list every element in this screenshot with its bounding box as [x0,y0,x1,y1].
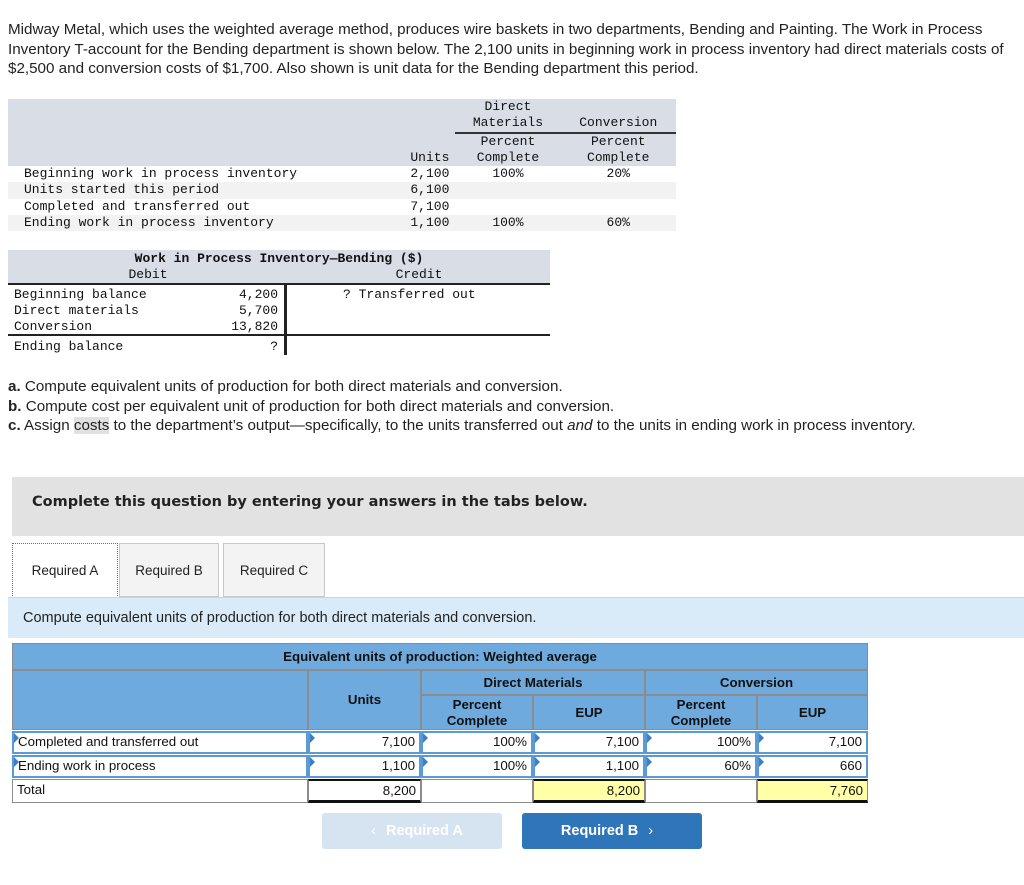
tab-required-b[interactable]: Required B [119,543,219,597]
requirement-c: c. Assign costs to the department’s outp… [8,417,916,434]
unit-data-table: Direct Materials Conversion Percent Perc… [8,99,676,232]
total-units: 8,200 [308,779,421,803]
dm-header: Direct Materials [421,670,645,695]
total-dm-eup: 8,200 [533,779,645,803]
t-account-divider [284,285,287,355]
conv-eup-input[interactable]: 660 [757,755,868,778]
instructions-banner: Complete this question by entering your … [12,477,1024,536]
conv-percent-label: Percent [560,132,676,150]
dm-complete-label: Complete [455,149,561,167]
dm-header-line1: Direct [455,99,561,116]
chevron-right-icon: › [648,823,654,839]
dm-eup-header: EUP [533,695,645,730]
ending-balance-row: Ending balance ? [14,339,278,354]
eup-table-title: Equivalent units of production: Weighted… [12,643,868,670]
prev-required-a-button[interactable]: ‹ Required A [322,813,502,849]
dm-percent-input[interactable]: 100% [421,731,533,754]
requirements-list: a. Compute equivalent units of productio… [8,377,1008,436]
conv-percent-input[interactable]: 60% [645,755,757,778]
credit-entry: ? Transferred out [343,287,476,302]
unit-row: Units started this period 6,100 [8,182,676,199]
next-required-b-button[interactable]: Required B › [522,813,702,849]
chevron-left-icon: ‹ [371,823,377,839]
dm-eup-input[interactable]: 7,100 [533,731,645,754]
dm-percent-label: Percent [455,132,561,150]
units-header: Units [360,149,456,167]
requirement-b: b. Compute cost per equivalent unit of p… [8,397,615,415]
conv-percent-input[interactable]: 100% [645,731,757,754]
units-input[interactable]: 7,100 [308,731,421,754]
row-label-input[interactable]: Ending work in process [12,755,308,778]
conv-eup-input[interactable]: 7,100 [757,731,868,754]
conv-eup-header: EUP [757,695,868,730]
highlighted-term[interactable]: costs [73,417,110,434]
credit-header: Credit [395,267,443,282]
row-label-header [12,670,308,730]
units-header: Units [308,670,421,730]
unit-row: Ending work in process inventory 1,100 1… [8,215,676,232]
t-account: Work in Process Inventory—Bending ($) De… [8,250,550,357]
debit-row: Beginning balance 4,200 [14,287,278,302]
tab-required-c[interactable]: Required C [223,543,325,597]
unit-row: Completed and transferred out 7,100 [24,198,450,214]
conv-percent-header: Percent Complete [645,695,757,730]
dm-percent-header: Percent Complete [421,695,533,730]
dm-header-line2: Materials [455,115,561,134]
row-label-input[interactable]: Completed and transferred out [12,731,308,754]
total-label: Total [12,779,308,803]
total-conv-eup: 7,760 [757,779,868,803]
debit-header: Debit [128,267,168,282]
tab-instruction-panel: Compute equivalent units of production f… [8,597,1024,638]
dm-percent-input[interactable]: 100% [421,755,533,778]
conversion-header: Conversion [560,115,676,134]
requirement-a: a. Compute equivalent units of productio… [8,378,563,395]
units-input[interactable]: 1,100 [308,755,421,778]
debit-row: Direct materials 5,700 [14,303,278,318]
debit-row: Conversion 13,820 [14,319,278,334]
unit-row: Beginning work in process inventory 2,10… [24,166,630,182]
t-account-title: Work in Process Inventory—Bending ($) [134,251,424,266]
empty-cell [421,779,533,803]
problem-intro: Midway Metal, which uses the weighted av… [8,21,1004,77]
tab-required-a[interactable]: Required A [12,543,118,596]
conversion-header: Conversion [645,670,868,695]
conv-complete-label: Complete [560,149,676,167]
dm-eup-input[interactable]: 1,100 [533,755,645,778]
eup-table: Equivalent units of production: Weighted… [12,643,868,803]
empty-cell [645,779,757,803]
